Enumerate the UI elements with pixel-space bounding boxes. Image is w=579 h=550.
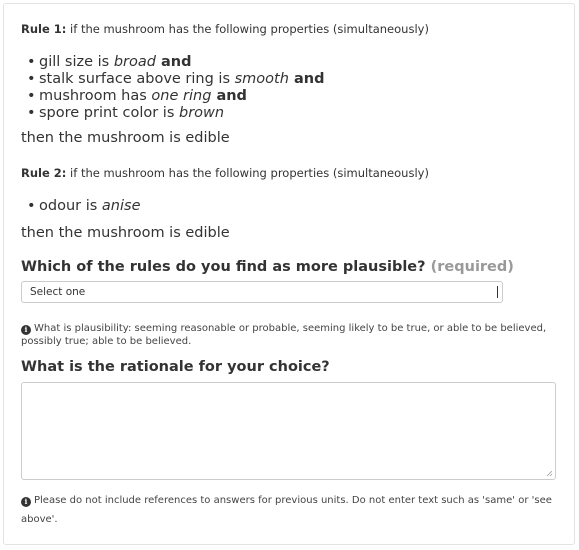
rule-1-heading: Rule 1: if the mushroom has the followin… [21,22,429,36]
bullet-icon: • [27,198,36,214]
rule-1-intro: if the mushroom has the following proper… [66,22,429,36]
list-item: • odour is anise [21,198,141,215]
plausibility-info-note: i What is plausibility: seeming reasonabl… [21,322,556,348]
dropdown-caret-icon [497,286,500,298]
rule-2-intro: if the mushroom has the following proper… [66,166,429,180]
bullet-icon: • [27,105,36,121]
required-label: (required) [430,259,514,275]
list-item: • stalk surface above ring is smooth and [21,71,324,88]
rule-1-property-list: • gill size is broad and • stalk surface a… [21,54,324,122]
rule-2-conclusion: then the mushroom is edible [21,225,230,241]
plausibility-question: Which of the rules do you find as more p… [21,259,514,275]
info-icon: i [21,497,31,507]
rule-1-title: Rule 1: [21,22,67,36]
rationale-info-note: i Please do not include references to ans… [21,491,556,529]
plausibility-select[interactable]: Select one [21,281,503,303]
rationale-info-text: Please do not include references to answ… [21,495,552,525]
rationale-question: What is the rationale for your choice? [21,359,330,375]
bullet-icon: • [27,71,36,87]
rule-1-conclusion: then the mushroom is edible [21,130,230,146]
rationale-textarea[interactable] [21,382,556,480]
list-item: • spore print color is brown [21,105,324,122]
plausibility-info-text: What is plausibility: seeming reasonable… [21,323,547,347]
rule-2-title: Rule 2: [21,166,67,180]
list-item: • mushroom has one ring and [21,88,324,105]
plausibility-question-label: Which of the rules do you find as more p… [21,259,426,275]
rule-2-property-list: • odour is anise [21,198,141,215]
bullet-icon: • [27,54,36,70]
list-item: • gill size is broad and [21,54,324,71]
plausibility-select-value: Select one [30,286,86,298]
rule-2-heading: Rule 2: if the mushroom has the followin… [21,166,429,180]
resize-grip-icon[interactable] [546,470,553,477]
rationale-question-label: What is the rationale for your choice? [21,359,330,375]
info-icon: i [21,325,31,335]
bullet-icon: • [27,88,36,104]
